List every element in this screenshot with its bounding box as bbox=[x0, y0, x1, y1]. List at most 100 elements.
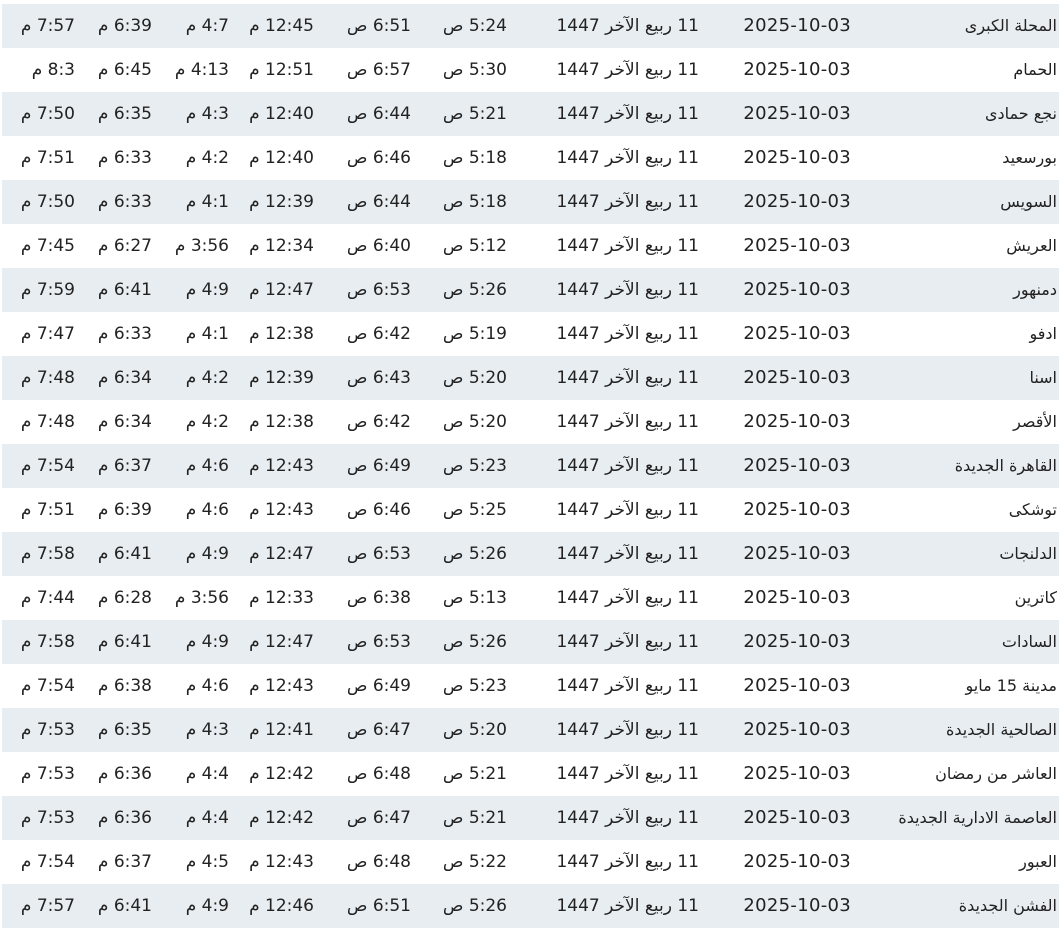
isha-cell: 7:58 م bbox=[20, 544, 75, 564]
fajr-cell: 5:26 ص bbox=[442, 896, 507, 916]
dhuhr-cell: 12:45 م bbox=[249, 16, 314, 36]
date-cell: 2025-10-03 bbox=[743, 851, 851, 872]
city-cell: الحمام bbox=[1013, 60, 1057, 79]
isha-cell: 7:57 م bbox=[20, 896, 75, 916]
sunrise-cell: 6:40 ص bbox=[346, 236, 411, 256]
hijri-date-cell: 11 ربيع الآخر 1447 bbox=[556, 808, 699, 828]
asr-cell: 4:2 م bbox=[185, 368, 229, 388]
maghrib-cell: 6:38 م bbox=[97, 676, 152, 696]
city-cell: العريش bbox=[1006, 236, 1057, 255]
hijri-date-cell: 11 ربيع الآخر 1447 bbox=[556, 676, 699, 696]
maghrib-cell: 6:39 م bbox=[97, 500, 152, 520]
maghrib-cell: 6:36 م bbox=[97, 808, 152, 828]
sunrise-cell: 6:46 ص bbox=[346, 148, 411, 168]
city-cell: دمنهور bbox=[1013, 280, 1057, 299]
asr-cell: 4:2 م bbox=[185, 148, 229, 168]
sunrise-cell: 6:48 ص bbox=[346, 764, 411, 784]
sunrise-cell: 6:48 ص bbox=[346, 852, 411, 872]
dhuhr-cell: 12:34 م bbox=[249, 236, 314, 256]
sunrise-cell: 6:46 ص bbox=[346, 500, 411, 520]
sunrise-cell: 6:42 ص bbox=[346, 412, 411, 432]
maghrib-cell: 6:35 م bbox=[97, 720, 152, 740]
isha-cell: 7:53 م bbox=[20, 808, 75, 828]
table-row: مدينة 15 مايو 2025-10-03 11 ربيع الآخر 1… bbox=[2, 664, 1059, 708]
hijri-date-cell: 11 ربيع الآخر 1447 bbox=[556, 632, 699, 652]
asr-cell: 4:4 م bbox=[185, 808, 229, 828]
isha-cell: 7:54 م bbox=[20, 852, 75, 872]
hijri-date-cell: 11 ربيع الآخر 1447 bbox=[556, 192, 699, 212]
asr-cell: 4:3 م bbox=[185, 104, 229, 124]
sunrise-cell: 6:43 ص bbox=[346, 368, 411, 388]
asr-cell: 4:2 م bbox=[185, 412, 229, 432]
date-cell: 2025-10-03 bbox=[743, 323, 851, 344]
dhuhr-cell: 12:43 م bbox=[249, 852, 314, 872]
city-cell: توشكى bbox=[1008, 500, 1057, 519]
sunrise-cell: 6:51 ص bbox=[346, 16, 411, 36]
maghrib-cell: 6:35 م bbox=[97, 104, 152, 124]
sunrise-cell: 6:42 ص bbox=[346, 324, 411, 344]
city-cell: مدينة 15 مايو bbox=[965, 676, 1057, 695]
sunrise-cell: 6:44 ص bbox=[346, 104, 411, 124]
hijri-date-cell: 11 ربيع الآخر 1447 bbox=[556, 148, 699, 168]
maghrib-cell: 6:39 م bbox=[97, 16, 152, 36]
maghrib-cell: 6:34 م bbox=[97, 412, 152, 432]
city-cell: نجع حمادى bbox=[984, 104, 1057, 123]
asr-cell: 4:9 م bbox=[185, 544, 229, 564]
date-cell: 2025-10-03 bbox=[743, 191, 851, 212]
asr-cell: 3:56 م bbox=[174, 236, 229, 256]
fajr-cell: 5:25 ص bbox=[442, 500, 507, 520]
table-row: العاصمة الادارية الجديدة 2025-10-03 11 ر… bbox=[2, 796, 1059, 840]
city-cell: العاصمة الادارية الجديدة bbox=[898, 808, 1057, 827]
sunrise-cell: 6:49 ص bbox=[346, 456, 411, 476]
dhuhr-cell: 12:51 م bbox=[249, 60, 314, 80]
fajr-cell: 5:13 ص bbox=[442, 588, 507, 608]
date-cell: 2025-10-03 bbox=[743, 763, 851, 784]
asr-cell: 4:6 م bbox=[185, 676, 229, 696]
asr-cell: 4:9 م bbox=[185, 896, 229, 916]
hijri-date-cell: 11 ربيع الآخر 1447 bbox=[556, 588, 699, 608]
asr-cell: 3:56 م bbox=[174, 588, 229, 608]
date-cell: 2025-10-03 bbox=[743, 367, 851, 388]
fajr-cell: 5:30 ص bbox=[442, 60, 507, 80]
table-row: دمنهور 2025-10-03 11 ربيع الآخر 1447 5:2… bbox=[2, 268, 1059, 312]
date-cell: 2025-10-03 bbox=[743, 279, 851, 300]
dhuhr-cell: 12:43 م bbox=[249, 456, 314, 476]
fajr-cell: 5:12 ص bbox=[442, 236, 507, 256]
city-cell: السادات bbox=[1001, 632, 1057, 651]
hijri-date-cell: 11 ربيع الآخر 1447 bbox=[556, 456, 699, 476]
asr-cell: 4:1 م bbox=[185, 192, 229, 212]
city-cell: الدلنجات bbox=[999, 544, 1057, 563]
sunrise-cell: 6:47 ص bbox=[346, 720, 411, 740]
dhuhr-cell: 12:42 م bbox=[249, 808, 314, 828]
hijri-date-cell: 11 ربيع الآخر 1447 bbox=[556, 896, 699, 916]
isha-cell: 7:50 م bbox=[20, 104, 75, 124]
maghrib-cell: 6:33 م bbox=[97, 192, 152, 212]
city-cell: الصالحية الجديدة bbox=[945, 720, 1057, 739]
isha-cell: 7:47 م bbox=[20, 324, 75, 344]
fajr-cell: 5:24 ص bbox=[442, 16, 507, 36]
dhuhr-cell: 12:46 م bbox=[249, 896, 314, 916]
table-row: المحلة الكبرى 2025-10-03 11 ربيع الآخر 1… bbox=[2, 4, 1059, 48]
maghrib-cell: 6:34 م bbox=[97, 368, 152, 388]
isha-cell: 7:50 م bbox=[20, 192, 75, 212]
date-cell: 2025-10-03 bbox=[743, 59, 851, 80]
hijri-date-cell: 11 ربيع الآخر 1447 bbox=[556, 16, 699, 36]
fajr-cell: 5:23 ص bbox=[442, 456, 507, 476]
date-cell: 2025-10-03 bbox=[743, 895, 851, 916]
asr-cell: 4:3 م bbox=[185, 720, 229, 740]
table-row: بورسعيد 2025-10-03 11 ربيع الآخر 1447 5:… bbox=[2, 136, 1059, 180]
prayer-times-table: المحلة الكبرى 2025-10-03 11 ربيع الآخر 1… bbox=[2, 4, 1059, 928]
maghrib-cell: 6:41 م bbox=[97, 280, 152, 300]
fajr-cell: 5:22 ص bbox=[442, 852, 507, 872]
date-cell: 2025-10-03 bbox=[743, 455, 851, 476]
maghrib-cell: 6:36 م bbox=[97, 764, 152, 784]
hijri-date-cell: 11 ربيع الآخر 1447 bbox=[556, 720, 699, 740]
city-cell: العاشر من رمضان bbox=[935, 764, 1057, 783]
maghrib-cell: 6:28 م bbox=[97, 588, 152, 608]
table-row: السادات 2025-10-03 11 ربيع الآخر 1447 5:… bbox=[2, 620, 1059, 664]
fajr-cell: 5:18 ص bbox=[442, 148, 507, 168]
hijri-date-cell: 11 ربيع الآخر 1447 bbox=[556, 852, 699, 872]
sunrise-cell: 6:51 ص bbox=[346, 896, 411, 916]
dhuhr-cell: 12:47 م bbox=[249, 544, 314, 564]
date-cell: 2025-10-03 bbox=[743, 103, 851, 124]
